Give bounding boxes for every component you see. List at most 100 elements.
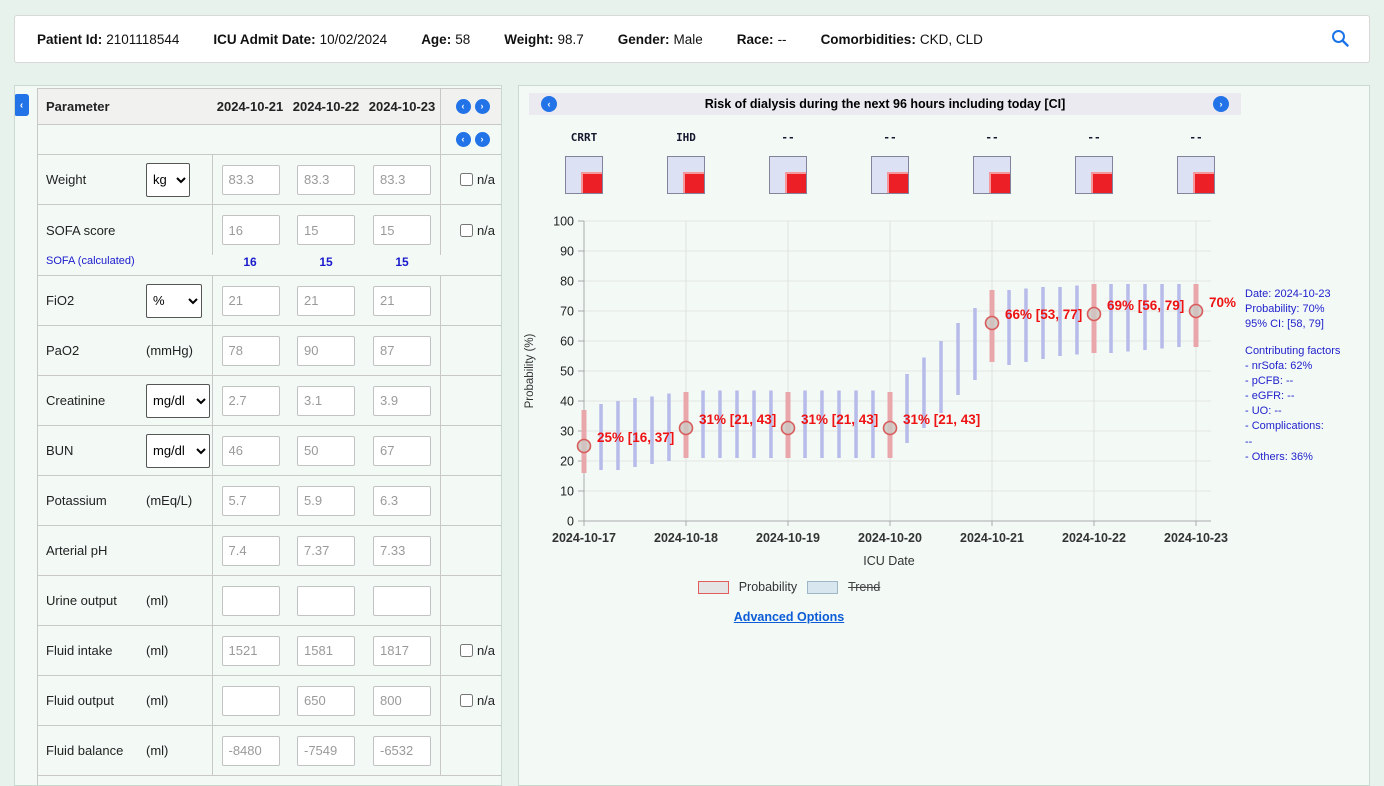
probability-marker[interactable] [1190,305,1203,318]
table-row: SOFA scoren/a [38,205,502,255]
prev-dates-button[interactable]: ‹ [456,99,471,114]
value-input[interactable] [373,336,431,366]
probability-legend-swatch[interactable] [698,581,729,594]
annotation-line: -- [1245,435,1370,450]
trend-legend-label[interactable]: Trend [848,580,880,594]
y-tick-label: 20 [560,455,574,469]
value-input[interactable] [222,215,280,245]
value-input[interactable] [373,386,431,416]
value-input[interactable] [297,215,355,245]
value-input[interactable] [297,286,355,316]
value-input[interactable] [222,286,280,316]
value-input[interactable] [373,436,431,466]
y-axis-title: Probability (%) [524,333,536,408]
probability-legend-label[interactable]: Probability [739,580,797,594]
value-input[interactable] [297,386,355,416]
info-label: Race: [737,32,774,47]
chart-next-button[interactable]: › [1213,96,1229,112]
na-cell [440,526,502,575]
value-input[interactable] [297,586,355,616]
patient-info-items: Patient Id:2101118544ICU Admit Date:10/0… [37,32,1329,47]
value-input[interactable] [373,636,431,666]
unit-select[interactable]: mg/dl [146,434,210,468]
probability-marker[interactable] [1088,308,1101,321]
probability-marker[interactable] [680,422,693,435]
unit-cell: (mmHg) [142,341,212,360]
parameter-table: Parameter2024-10-212024-10-222024-10-23‹… [37,88,502,786]
trend-legend-swatch[interactable] [807,581,838,594]
x-tick-label: 2024-10-19 [756,531,820,545]
collapse-panel-button[interactable]: ‹ [14,94,29,116]
value-cell [364,684,440,718]
value-input[interactable] [297,165,355,195]
value-input[interactable] [222,165,280,195]
y-tick-label: 60 [560,335,574,349]
na-toggle[interactable]: n/a [450,643,495,658]
parameter-name: Arterial pH [38,541,142,560]
unit-cell: mg/dl [142,432,212,470]
next-dates-button[interactable]: › [475,132,490,147]
value-input[interactable] [373,736,431,766]
value-input[interactable] [373,686,431,716]
value-input[interactable] [373,215,431,245]
value-input[interactable] [373,536,431,566]
advanced-options-link[interactable]: Advanced Options [519,610,1059,624]
value-input[interactable] [222,336,280,366]
prev-dates-button[interactable]: ‹ [456,132,471,147]
parameter-name: BUN [38,441,142,460]
value-input[interactable] [297,736,355,766]
probability-marker[interactable] [884,422,897,435]
na-checkbox[interactable] [460,173,473,186]
value-input[interactable] [222,586,280,616]
dialysis-type-label: -- [883,131,896,144]
unit-select[interactable]: kg [146,163,190,197]
chart-prev-button[interactable]: ‹ [541,96,557,112]
value-input[interactable] [297,336,355,366]
probability-marker[interactable] [986,317,999,330]
value-input[interactable] [222,686,280,716]
unit-select[interactable]: % [146,284,202,318]
empty-cell [440,255,502,269]
na-checkbox[interactable] [460,224,473,237]
na-cell [440,276,502,325]
na-toggle[interactable]: n/a [450,693,495,708]
value-input[interactable] [373,586,431,616]
value-input[interactable] [222,436,280,466]
icon-red-bar [683,172,704,193]
value-cell [212,205,288,255]
value-input[interactable] [297,536,355,566]
na-toggle[interactable]: n/a [450,223,495,238]
dialysis-type-label: -- [781,131,794,144]
unit-select[interactable]: mg/dl [146,384,210,418]
value-input[interactable] [222,736,280,766]
value-cell [288,163,364,197]
value-input[interactable] [297,686,355,716]
value-input[interactable] [297,636,355,666]
value-input[interactable] [373,286,431,316]
value-input[interactable] [297,436,355,466]
value-cell [212,376,288,425]
patient-info-item: Gender:Male [618,32,703,47]
search-button[interactable] [1329,28,1351,50]
na-checkbox[interactable] [460,644,473,657]
info-label: Weight: [504,32,553,47]
na-checkbox[interactable] [460,694,473,707]
value-cell [288,734,364,768]
value-input[interactable] [297,486,355,516]
info-label: ICU Admit Date: [213,32,315,47]
value-input[interactable] [373,486,431,516]
search-icon [1330,28,1350,48]
value-input[interactable] [222,636,280,666]
value-input[interactable] [222,386,280,416]
info-label: Gender: [618,32,670,47]
probability-marker[interactable] [578,440,591,453]
value-input[interactable] [373,165,431,195]
annotation-line: - Complications: [1245,419,1370,434]
na-cell: n/a [440,676,502,725]
value-cell [288,584,364,618]
na-toggle[interactable]: n/a [450,172,495,187]
value-input[interactable] [222,486,280,516]
next-dates-button[interactable]: › [475,99,490,114]
probability-marker[interactable] [782,422,795,435]
value-input[interactable] [222,536,280,566]
